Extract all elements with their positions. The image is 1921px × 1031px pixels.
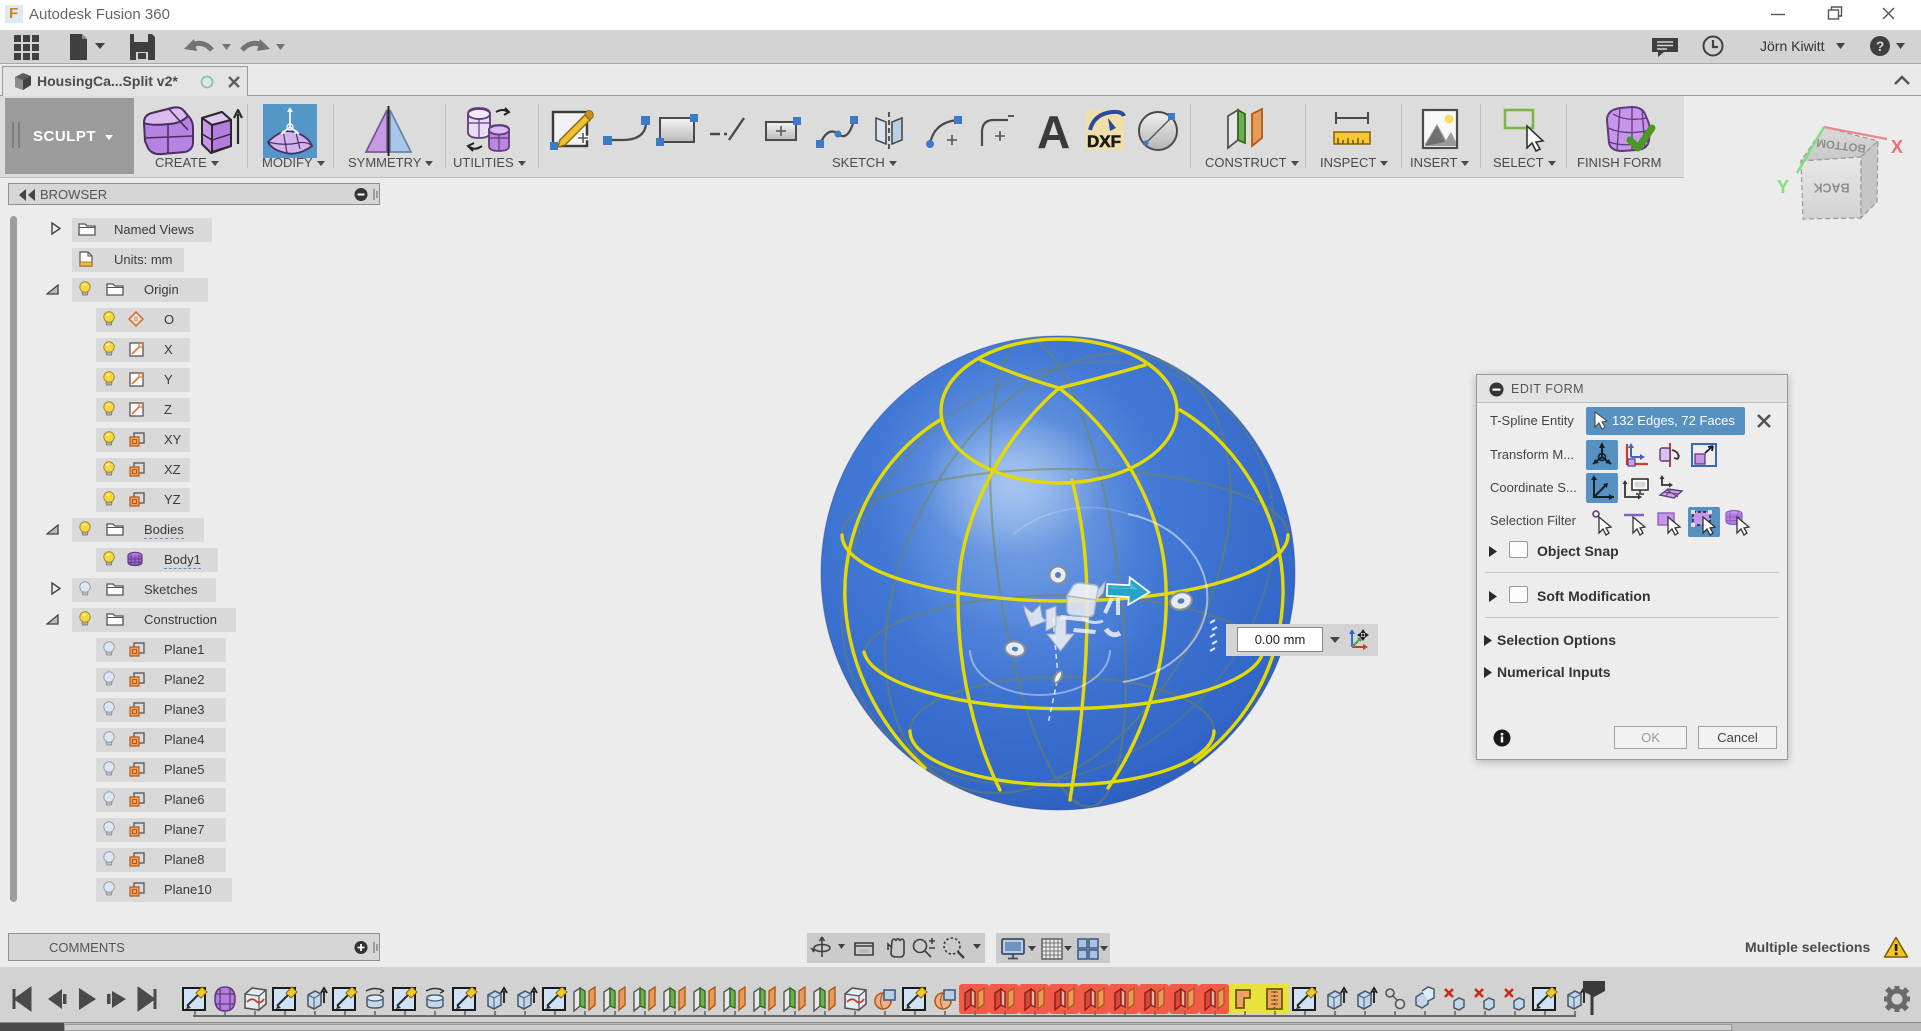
svg-text:X: X bbox=[1891, 137, 1903, 157]
svg-text:Y: Y bbox=[1777, 177, 1789, 197]
svg-text:BACK: BACK bbox=[1813, 181, 1849, 195]
svg-text:Jörn Kiwitt: Jörn Kiwitt bbox=[1760, 38, 1825, 54]
svg-text:?: ? bbox=[1876, 39, 1884, 54]
svg-text:DXF: DXF bbox=[1087, 132, 1121, 151]
svg-text:A: A bbox=[1037, 106, 1070, 158]
